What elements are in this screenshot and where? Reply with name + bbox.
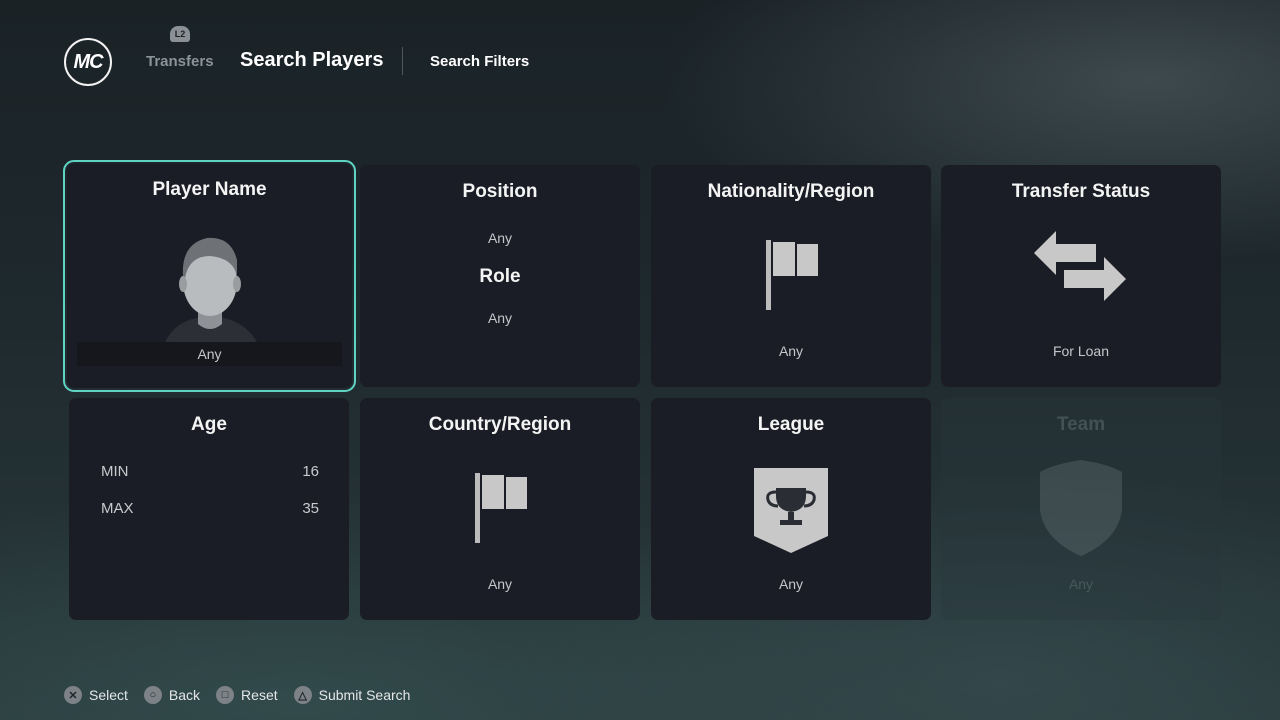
player-silhouette-icon	[165, 237, 257, 342]
circle-button-icon: ○	[143, 686, 162, 704]
square-button-icon: □	[216, 686, 235, 704]
role-value: Any	[487, 310, 513, 326]
transfer-arrows-icon	[1034, 231, 1126, 301]
age-min-label: MIN	[101, 463, 129, 480]
age-min-value: 16	[302, 463, 319, 480]
team-shield-icon	[1040, 460, 1122, 556]
role-title: Role	[479, 266, 521, 287]
card-title: Team	[1056, 414, 1106, 435]
controller-hints: ✕ Select ○ Back □ Reset △ Submit Search	[64, 684, 426, 706]
card-value: Any	[197, 346, 222, 362]
age-min-row[interactable]: MIN 16	[101, 463, 319, 480]
age-max-label: MAX	[101, 500, 134, 517]
card-title: Position	[462, 181, 538, 202]
tab-search-filters[interactable]: Search Filters	[430, 53, 529, 70]
position-card[interactable]: Position Any Role Any	[360, 165, 640, 387]
card-title: Player Name	[152, 179, 267, 200]
card-title: League	[757, 414, 825, 435]
hint-submit-search[interactable]: △ Submit Search	[293, 686, 410, 704]
card-value: Any	[778, 343, 804, 359]
card-value: Any	[778, 576, 804, 592]
top-navigation: MC L2 Transfers Search Players Search Fi…	[0, 0, 1280, 120]
position-value: Any	[487, 230, 513, 246]
game-logo: MC	[64, 38, 112, 86]
card-title: Transfer Status	[1011, 181, 1151, 202]
page-title: Search Players	[240, 49, 384, 71]
hint-select[interactable]: ✕ Select	[64, 686, 128, 704]
country-card[interactable]: Country/Region Any	[360, 398, 640, 620]
tab-transfers[interactable]: Transfers	[146, 53, 214, 70]
age-max-row[interactable]: MAX 35	[101, 500, 319, 517]
l2-button-icon: L2	[170, 26, 190, 42]
team-card: Team Any	[941, 398, 1221, 620]
age-max-value: 35	[302, 500, 319, 517]
flag-icon	[766, 240, 818, 310]
trophy-shield-icon	[754, 468, 828, 553]
cross-button-icon: ✕	[64, 686, 82, 704]
card-value: Any	[487, 576, 513, 592]
card-value: Any	[1068, 576, 1094, 592]
card-title: Nationality/Region	[707, 181, 875, 202]
transfer-status-card[interactable]: Transfer Status For Loan	[941, 165, 1221, 387]
triangle-button-icon: △	[293, 686, 312, 704]
card-title: Country/Region	[428, 414, 572, 435]
hint-reset[interactable]: □ Reset	[216, 686, 278, 704]
card-value: For Loan	[1052, 343, 1110, 359]
hint-back[interactable]: ○ Back	[143, 686, 200, 704]
player-name-card[interactable]: Player Name Any	[63, 160, 356, 392]
card-title: Age	[191, 414, 227, 435]
header-divider	[402, 47, 403, 75]
age-card[interactable]: Age MIN 16 MAX 35	[69, 398, 349, 620]
flag-icon	[475, 473, 527, 543]
nationality-card[interactable]: Nationality/Region Any	[651, 165, 931, 387]
league-card[interactable]: League Any	[651, 398, 931, 620]
